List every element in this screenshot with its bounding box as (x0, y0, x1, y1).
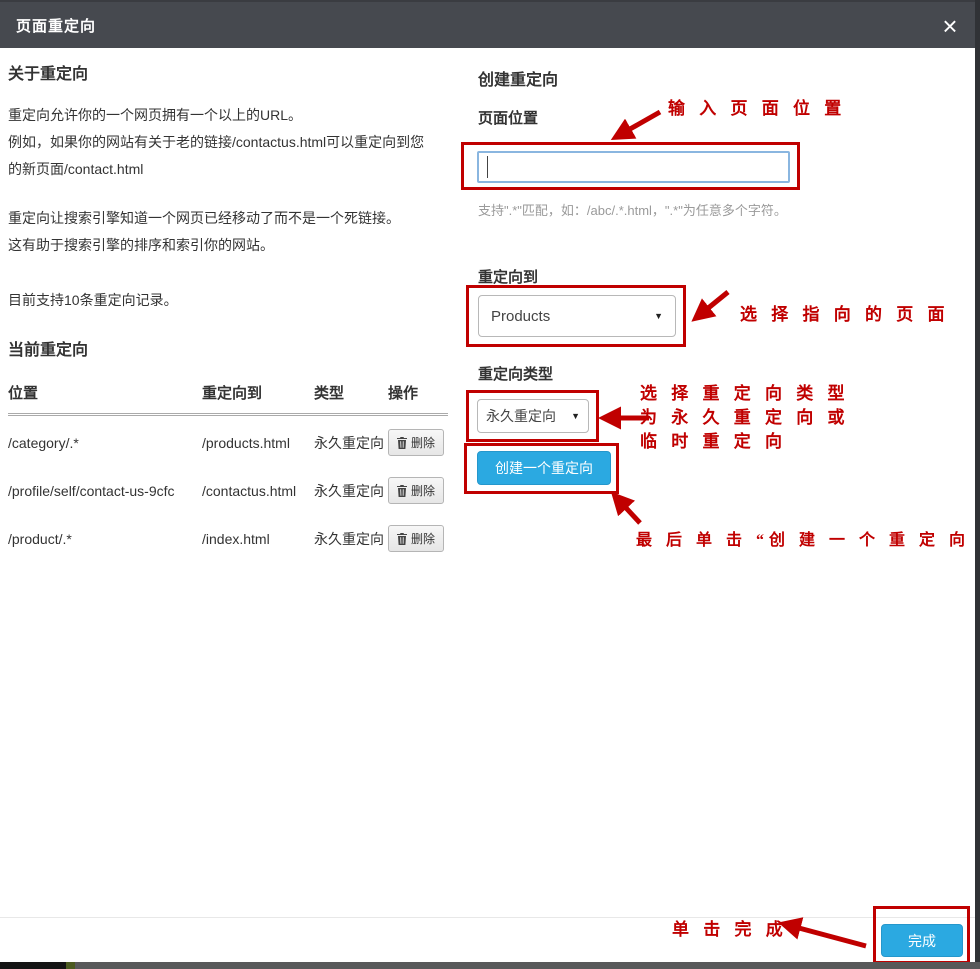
arrow-to-page-select (696, 292, 728, 318)
arrow-to-page-input (616, 112, 660, 137)
redirect-target: /contactus.html (202, 464, 314, 512)
about-section: 关于重定向 重定向允许你的一个网页拥有一个以上的URL。 例如，如果你的网站有关… (8, 60, 463, 560)
dialog-header: 页面重定向 × (0, 0, 980, 48)
redirect-type-label: 重定向类型 (478, 363, 553, 384)
column-header-action: 操作 (388, 382, 448, 415)
redirect-to-selected-value: Products (491, 308, 550, 325)
column-header-type: 类型 (314, 382, 388, 415)
delete-button[interactable]: 删除 (388, 429, 444, 456)
redirect-to-select[interactable]: Products ▼ (478, 295, 676, 337)
delete-button[interactable]: 删除 (388, 477, 444, 504)
redirect-type-select[interactable]: 永久重定向 ▼ (477, 399, 589, 433)
annotation-line: 为 永 久 重 定 向 或 (640, 406, 850, 430)
delete-button-label: 删除 (411, 434, 435, 451)
table-row: /product/.* /index.html 永久重定向 删除 (8, 512, 448, 560)
redirect-to-label: 重定向到 (478, 266, 538, 287)
redirect-type: 永久重定向 (314, 464, 388, 512)
bottom-edge-olive (66, 962, 75, 969)
about-paragraph-2: 重定向让搜索引擎知道一个网页已经移动了而不是一个死链接。 这有助于搜索引擎的排序… (8, 205, 463, 259)
create-redirect-heading: 创建重定向 (478, 66, 558, 90)
table-row: /category/.* /products.html 永久重定向 删除 (8, 415, 448, 465)
trash-icon (397, 485, 407, 497)
delete-button[interactable]: 删除 (388, 525, 444, 552)
annotation-input-hint: 输 入 页 面 位 置 (668, 94, 846, 119)
redirect-limit-note: 目前支持10条重定向记录。 (8, 287, 463, 314)
redirect-location: /category/.* (8, 415, 202, 465)
trash-icon (397, 437, 407, 449)
current-redirects-heading: 当前重定向 (8, 336, 463, 360)
redirect-type: 永久重定向 (314, 415, 388, 465)
annotation-select-page-hint: 选 择 指 向 的 页 面 (740, 300, 950, 325)
chevron-down-icon: ▼ (654, 311, 663, 321)
delete-button-label: 删除 (411, 482, 435, 499)
redirect-type: 永久重定向 (314, 512, 388, 560)
create-redirect-button[interactable]: 创建一个重定向 (477, 451, 611, 485)
page-redirect-dialog: 页面重定向 × 关于重定向 重定向允许你的一个网页拥有一个以上的URL。 例如，… (0, 0, 980, 969)
bottom-edge-gray (75, 962, 980, 969)
column-header-location: 位置 (8, 382, 202, 415)
about-paragraph-1: 重定向允许你的一个网页拥有一个以上的URL。 例如，如果你的网站有关于老的链接/… (8, 102, 463, 183)
redirect-location: /profile/self/contact-us-9cfc (8, 464, 202, 512)
redirect-target: /products.html (202, 415, 314, 465)
arrow-to-create-button (615, 496, 640, 523)
chevron-down-icon: ▼ (571, 411, 580, 421)
close-icon[interactable]: × (936, 10, 964, 42)
redirect-target: /index.html (202, 512, 314, 560)
pattern-hint: 支持".*"匹配，如：/abc/.*.html，".*"为任意多个字符。 (478, 200, 787, 219)
footer-divider (0, 917, 976, 918)
annotation-select-type-hint: 选 择 重 定 向 类 型 为 永 久 重 定 向 或 临 时 重 定 向 (640, 382, 850, 454)
current-redirects-table: 位置 重定向到 类型 操作 /category/.* /products.htm… (8, 382, 448, 560)
text-cursor (487, 156, 488, 178)
delete-button-label: 删除 (411, 530, 435, 547)
done-button[interactable]: 完成 (881, 924, 963, 957)
trash-icon (397, 533, 407, 545)
dialog-right-edge (975, 0, 980, 962)
arrow-to-done-hint (784, 924, 866, 946)
redirect-location: /product/.* (8, 512, 202, 560)
annotation-create-hint: 最 后 单 击 “创 建 一 个 重 定 向 ”按 钮 (636, 526, 980, 550)
redirect-type-selected-value: 永久重定向 (486, 406, 556, 426)
bottom-edge-dark (0, 962, 66, 969)
table-header-row: 位置 重定向到 类型 操作 (8, 382, 448, 415)
page-location-input[interactable] (477, 151, 790, 183)
annotation-line: 选 择 重 定 向 类 型 (640, 382, 850, 406)
about-heading: 关于重定向 (8, 60, 463, 84)
annotation-done-hint: 单 击 完 成 (672, 915, 788, 940)
page-location-label: 页面位置 (478, 107, 538, 128)
dialog-title: 页面重定向 (16, 15, 96, 36)
table-row: /profile/self/contact-us-9cfc /contactus… (8, 464, 448, 512)
annotation-line: 临 时 重 定 向 (640, 430, 850, 454)
column-header-target: 重定向到 (202, 382, 314, 415)
